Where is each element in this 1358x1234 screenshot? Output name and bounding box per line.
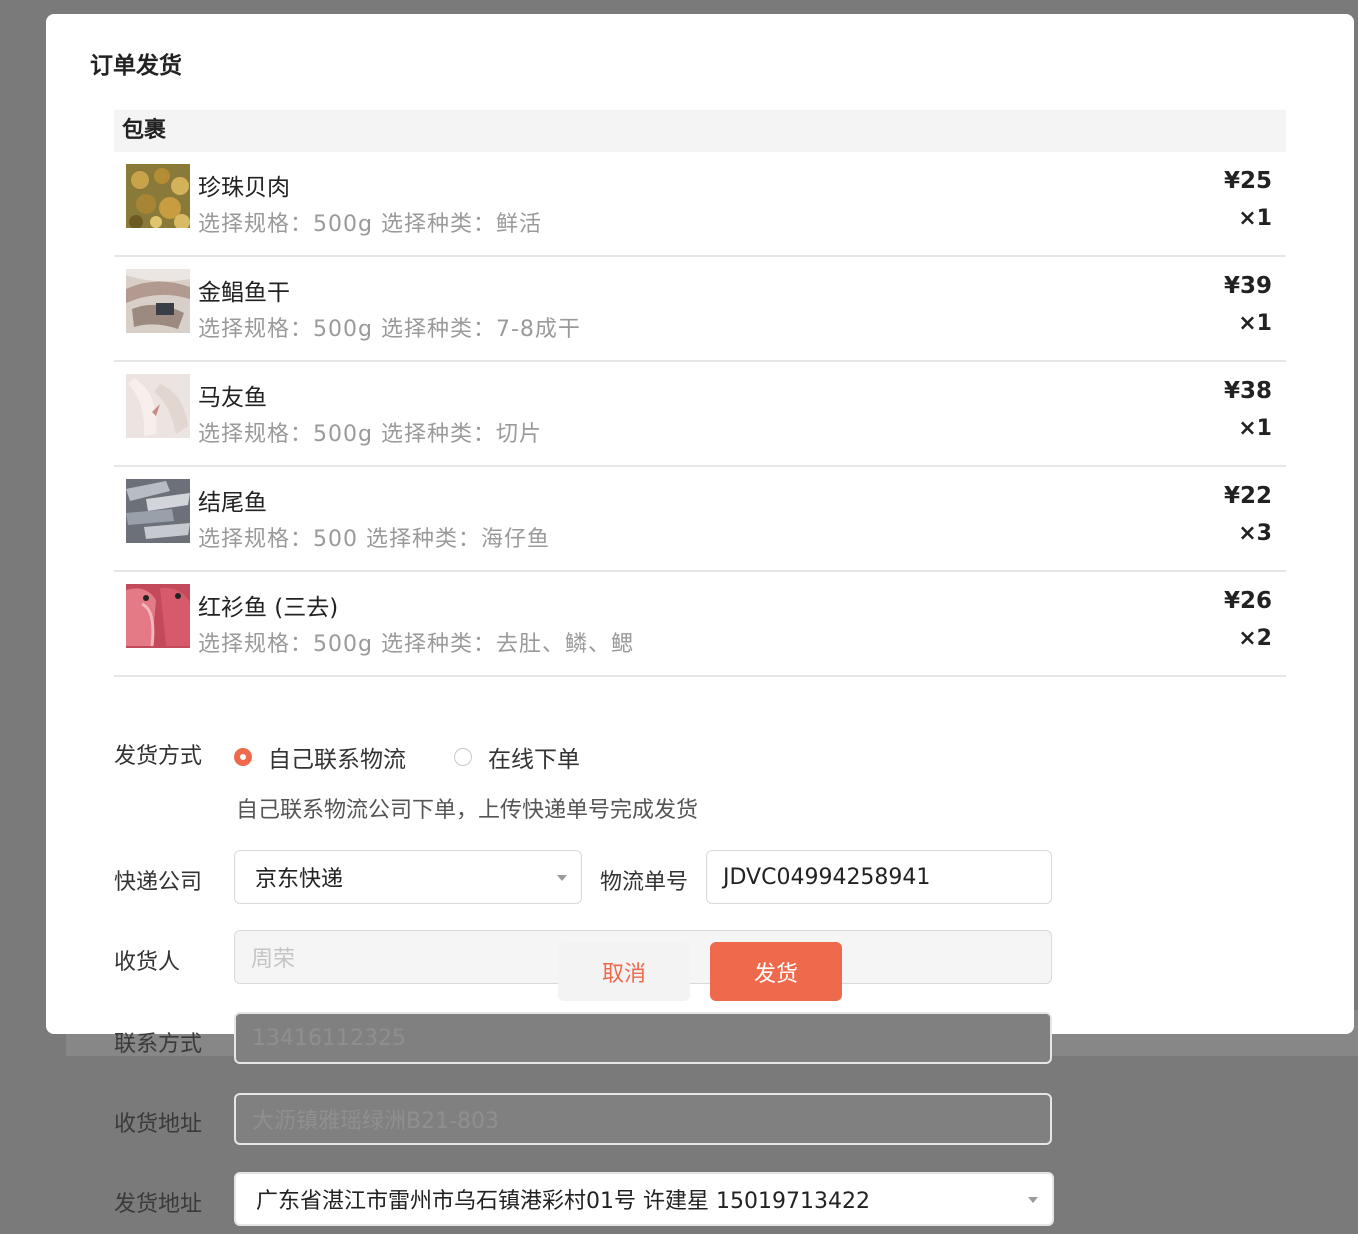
list-item: 珍珠贝肉 选择规格：500g 选择种类：鲜活 ¥25 ×1 bbox=[114, 152, 1286, 257]
product-spec: 选择规格：500g 选择种类：鲜活 bbox=[198, 212, 542, 237]
courier-value: 京东快递 bbox=[255, 867, 344, 892]
address-value: 大沥镇雅瑶绿洲B21-803 bbox=[252, 1109, 500, 1134]
modal-title: 订单发货 bbox=[90, 53, 182, 79]
list-item: 红衫鱼 (三去) 选择规格：500g 选择种类：去肚、鳞、鳃 ¥26 ×2 bbox=[114, 572, 1286, 677]
phone-label: 联系方式 bbox=[114, 1032, 203, 1057]
product-quantity: ×1 bbox=[1238, 311, 1272, 336]
shipping-hint: 自己联系物流公司下单，上传快递单号完成发货 bbox=[236, 798, 699, 823]
cancel-button[interactable]: 取消 bbox=[558, 942, 690, 1001]
product-image bbox=[126, 584, 190, 648]
product-image bbox=[126, 269, 190, 333]
shipping-method-label: 发货方式 bbox=[114, 744, 203, 769]
receiver-label: 收货人 bbox=[114, 950, 181, 975]
tracking-number-label: 物流单号 bbox=[600, 870, 689, 895]
radio-self-logistics[interactable]: 自己联系物流 bbox=[234, 740, 406, 774]
product-image bbox=[126, 164, 190, 228]
product-quantity: ×2 bbox=[1238, 626, 1272, 651]
list-item: 结尾鱼 选择规格：500 选择种类：海仔鱼 ¥22 ×3 bbox=[114, 467, 1286, 572]
phone-field: 13416112325 bbox=[234, 1012, 1052, 1064]
receiver-value: 周荣 bbox=[251, 947, 296, 972]
product-name: 马友鱼 bbox=[198, 385, 267, 411]
caret-down-icon bbox=[557, 875, 567, 881]
product-price: ¥26 bbox=[1223, 588, 1272, 614]
sender-address-value: 广东省湛江市雷州市乌石镇港彩村01号 许建星 15019713422 bbox=[256, 1189, 870, 1214]
tracking-number-value: JDVC04994258941 bbox=[723, 864, 931, 890]
address-field: 大沥镇雅瑶绿洲B21-803 bbox=[234, 1093, 1052, 1145]
radio-online-order[interactable]: 在线下单 bbox=[454, 740, 580, 774]
product-spec: 选择规格：500g 选择种类：7-8成干 bbox=[198, 317, 581, 342]
list-item: 马友鱼 选择规格：500g 选择种类：切片 ¥38 ×1 bbox=[114, 362, 1286, 467]
product-price: ¥22 bbox=[1223, 483, 1272, 509]
product-spec: 选择规格：500g 选择种类：切片 bbox=[198, 422, 542, 447]
radio-self-logistics-label: 自己联系物流 bbox=[268, 747, 406, 773]
product-price: ¥39 bbox=[1223, 273, 1272, 299]
radio-online-order-label: 在线下单 bbox=[488, 747, 580, 773]
product-price: ¥38 bbox=[1223, 378, 1272, 404]
product-price: ¥25 bbox=[1223, 168, 1272, 194]
package-header: 包裹 bbox=[114, 110, 1286, 152]
product-quantity: ×3 bbox=[1238, 521, 1272, 546]
product-name: 金鲳鱼干 bbox=[198, 280, 290, 306]
ship-button[interactable]: 发货 bbox=[710, 942, 842, 1001]
sender-address-label: 发货地址 bbox=[114, 1192, 203, 1217]
product-spec: 选择规格：500 选择种类：海仔鱼 bbox=[198, 527, 550, 552]
caret-down-icon bbox=[1028, 1197, 1038, 1203]
radio-checked-icon bbox=[234, 748, 252, 766]
product-name: 珍珠贝肉 bbox=[198, 175, 290, 201]
product-image bbox=[126, 479, 190, 543]
package-list: 包裹 珍珠贝肉 选择规格：500g 选择种类：鲜活 ¥25 ×1 金鲳鱼干 选择… bbox=[114, 110, 1286, 677]
sender-address-select[interactable]: 广东省湛江市雷州市乌石镇港彩村01号 许建星 15019713422 bbox=[234, 1172, 1054, 1226]
address-label: 收货地址 bbox=[114, 1112, 203, 1137]
product-quantity: ×1 bbox=[1238, 206, 1272, 231]
phone-value: 13416112325 bbox=[252, 1025, 406, 1051]
courier-label: 快递公司 bbox=[114, 870, 203, 895]
radio-unchecked-icon bbox=[454, 748, 472, 766]
courier-select[interactable]: 京东快递 bbox=[234, 850, 582, 904]
product-name: 结尾鱼 bbox=[198, 490, 267, 516]
product-quantity: ×1 bbox=[1238, 416, 1272, 441]
product-spec: 选择规格：500g 选择种类：去肚、鳞、鳃 bbox=[198, 632, 634, 657]
product-image bbox=[126, 374, 190, 438]
product-name: 红衫鱼 (三去) bbox=[198, 595, 339, 621]
tracking-number-input[interactable]: JDVC04994258941 bbox=[706, 850, 1052, 904]
list-item: 金鲳鱼干 选择规格：500g 选择种类：7-8成干 ¥39 ×1 bbox=[114, 257, 1286, 362]
